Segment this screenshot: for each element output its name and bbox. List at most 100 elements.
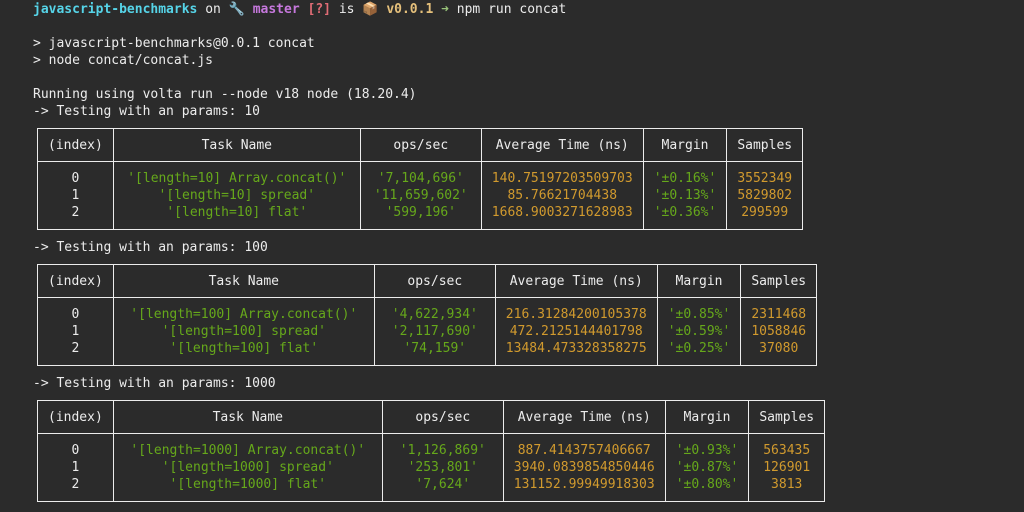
cell-margin: '±0.13%': [642, 187, 728, 204]
header-task-name: Task Name: [112, 264, 375, 298]
cell-samples: 37080: [740, 340, 818, 366]
benchmark-table-1000: (index) Task Name ops/sec Average Time (…: [37, 400, 826, 502]
cell-ops-sec: '11,659,602': [359, 187, 482, 204]
header-average-time: Average Time (ns): [502, 400, 666, 434]
header-average-time: Average Time (ns): [494, 264, 658, 298]
cell-ops-sec: '7,104,696': [359, 161, 482, 187]
header-samples: Samples: [748, 400, 826, 434]
cell-index: 2: [37, 204, 114, 230]
table-row: 1 '[length=100] spread' '2,117,690' 472.…: [37, 323, 818, 340]
cell-task-name: '[length=1000] flat': [112, 476, 383, 502]
cell-ops-sec: '4,622,934': [373, 297, 496, 323]
cell-task-name: '[length=100] spread': [112, 323, 375, 340]
cell-ops-sec: '599,196': [359, 204, 482, 230]
cell-index: 1: [37, 459, 114, 476]
cell-task-name: '[length=1000] Array.concat()': [112, 433, 383, 459]
cell-margin: '±0.36%': [642, 204, 728, 230]
cell-index: 0: [37, 433, 114, 459]
package-icon: 📦: [362, 2, 379, 17]
cell-samples: 2311468: [740, 297, 818, 323]
header-ops-sec: ops/sec: [381, 400, 504, 434]
header-index: (index): [37, 400, 114, 434]
cell-index: 0: [37, 161, 114, 187]
cell-margin: '±0.16%': [642, 161, 728, 187]
terminal-window[interactable]: javascript-benchmarks on 🔧 master [?] is…: [0, 0, 1024, 512]
cell-task-name: '[length=10] flat': [112, 204, 361, 230]
prompt-branch: master: [252, 2, 300, 17]
cell-margin: '±0.85%': [656, 297, 742, 323]
cell-margin: '±0.59%': [656, 323, 742, 340]
prompt-directory: javascript-benchmarks: [33, 2, 198, 17]
prompt-git-status: [?]: [307, 2, 331, 17]
cell-margin: '±0.87%': [664, 459, 750, 476]
cell-ops-sec: '2,117,690': [373, 323, 496, 340]
shell-prompt-line: javascript-benchmarks on 🔧 master [?] is…: [33, 1, 566, 18]
prompt-command: npm run concat: [456, 2, 567, 17]
cell-task-name: '[length=100] Array.concat()': [112, 297, 375, 323]
cell-samples: 3552349: [726, 161, 804, 187]
runtime-info-line: Running using volta run --node v18 node …: [33, 87, 417, 102]
cell-average-time: 472.2125144401798: [494, 323, 658, 340]
prompt-on-text: on: [205, 2, 221, 17]
cell-samples: 126901: [748, 459, 826, 476]
header-ops-sec: ops/sec: [373, 264, 496, 298]
cell-average-time: 3940.0839854850446: [502, 459, 666, 476]
table-row: 1 '[length=1000] spread' '253,801' 3940.…: [37, 459, 826, 476]
cell-task-name: '[length=100] flat': [112, 340, 375, 366]
table-row: 1 '[length=10] spread' '11,659,602' 85.7…: [37, 187, 804, 204]
cell-ops-sec: '7,624': [381, 476, 504, 502]
prompt-arrow-icon: ➜: [441, 2, 449, 17]
cell-samples: 5829802: [726, 187, 804, 204]
cell-margin: '±0.93%': [664, 433, 750, 459]
section-heading-1000: -> Testing with an params: 1000: [33, 376, 276, 391]
cell-samples: 3813: [748, 476, 826, 502]
header-margin: Margin: [642, 128, 728, 162]
header-margin: Margin: [664, 400, 750, 434]
header-task-name: Task Name: [112, 400, 383, 434]
cell-average-time: 131152.99949918303: [502, 476, 666, 502]
header-samples: Samples: [740, 264, 818, 298]
cell-average-time: 85.76621704438: [480, 187, 644, 204]
cell-task-name: '[length=10] spread': [112, 187, 361, 204]
cell-average-time: 140.75197203509703: [480, 161, 644, 187]
npm-script-line: > javascript-benchmarks@0.0.1 concat: [33, 36, 315, 51]
cell-ops-sec: '74,159': [373, 340, 496, 366]
cell-index: 1: [37, 323, 114, 340]
benchmark-table-10: (index) Task Name ops/sec Average Time (…: [37, 128, 804, 230]
cell-index: 1: [37, 187, 114, 204]
header-margin: Margin: [656, 264, 742, 298]
cell-samples: 563435: [748, 433, 826, 459]
table-row: 0 '[length=100] Array.concat()' '4,622,9…: [37, 297, 818, 323]
cell-ops-sec: '1,126,869': [381, 433, 504, 459]
cell-average-time: 1668.9003271628983: [480, 204, 644, 230]
table-row: 2 '[length=100] flat' '74,159' 13484.473…: [37, 340, 818, 366]
cell-samples: 299599: [726, 204, 804, 230]
header-ops-sec: ops/sec: [359, 128, 482, 162]
node-command-line: > node concat/concat.js: [33, 53, 214, 68]
header-index: (index): [37, 128, 114, 162]
header-index: (index): [37, 264, 114, 298]
table-row: 0 '[length=1000] Array.concat()' '1,126,…: [37, 433, 826, 459]
cell-samples: 1058846: [740, 323, 818, 340]
benchmark-table-100: (index) Task Name ops/sec Average Time (…: [37, 264, 818, 366]
git-branch-icon: 🔧: [228, 2, 245, 17]
cell-index: 2: [37, 476, 114, 502]
section-heading-10: -> Testing with an params: 10: [33, 104, 260, 119]
cell-task-name: '[length=10] Array.concat()': [112, 161, 361, 187]
cell-task-name: '[length=1000] spread': [112, 459, 383, 476]
cell-average-time: 216.31284200105378: [494, 297, 658, 323]
header-average-time: Average Time (ns): [480, 128, 644, 162]
cell-index: 0: [37, 297, 114, 323]
section-heading-100: -> Testing with an params: 100: [33, 240, 268, 255]
table-row: 2 '[length=1000] flat' '7,624' 131152.99…: [37, 476, 826, 502]
cell-index: 2: [37, 340, 114, 366]
table-row: 0 '[length=10] Array.concat()' '7,104,69…: [37, 161, 804, 187]
prompt-version: v0.0.1: [386, 2, 434, 17]
cell-average-time: 887.4143757406667: [502, 433, 666, 459]
table-row: 2 '[length=10] flat' '599,196' 1668.9003…: [37, 204, 804, 230]
header-samples: Samples: [726, 128, 804, 162]
cell-margin: '±0.25%': [656, 340, 742, 366]
cell-margin: '±0.80%': [664, 476, 750, 502]
prompt-is-text: is: [338, 2, 355, 17]
header-task-name: Task Name: [112, 128, 361, 162]
